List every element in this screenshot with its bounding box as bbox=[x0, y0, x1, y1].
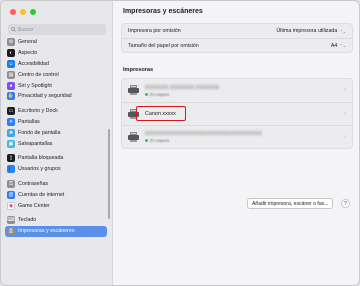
accessibility-icon: ☺ bbox=[7, 59, 15, 68]
sidebar-item-appearance[interactable]: ◐ Aspecto bbox=[5, 48, 107, 59]
sidebar-item-control-center[interactable]: ▤ Centro de control bbox=[5, 69, 107, 80]
sidebar-item-label: Fondo de pantalla bbox=[18, 129, 61, 136]
sidebar-item-siri[interactable]: ● Siri y Spotlight bbox=[5, 80, 107, 91]
sidebar-item-display[interactable]: ☀ Pantallas bbox=[5, 117, 107, 128]
sidebar-item-label: Cuentas de internet bbox=[18, 191, 65, 198]
printer-name: XXXXXX-XXXXXX-XXXXXX bbox=[145, 84, 220, 91]
chevron-right-icon: › bbox=[344, 134, 346, 140]
default-printer-row: Impresora por omisión Última impresora u… bbox=[122, 24, 352, 38]
sidebar-item-hand[interactable]: ✋ Privacidad y seguridad bbox=[5, 91, 107, 102]
sidebar-item-label: Escritorio y Dock bbox=[18, 108, 58, 115]
sidebar-item-screensaver[interactable]: ▣ Salvapantallas bbox=[5, 138, 107, 149]
up-down-chevron-icon: ⌃⌄ bbox=[339, 43, 346, 48]
control-center-icon: ▤ bbox=[7, 70, 15, 79]
default-paper-popup[interactable]: A4 ⌃⌄ bbox=[331, 43, 346, 49]
lock-screen-icon: ▯ bbox=[7, 154, 15, 163]
search-field[interactable] bbox=[8, 24, 106, 35]
sidebar-item-label: Privacidad y seguridad bbox=[18, 93, 72, 100]
sidebar-group: ⚙ General ◐ Aspecto ☺ Accesibilidad ▤ Centro de… bbox=[5, 37, 107, 102]
defaults-card: Impresora por omisión Última impresora u… bbox=[121, 23, 353, 53]
printers-card: XXXXXX-XXXXXX-XXXXXX En espera › Canon x… bbox=[121, 78, 353, 149]
keyboard-icon: ⌨ bbox=[7, 216, 15, 225]
zoom-button[interactable] bbox=[30, 9, 36, 15]
search-icon bbox=[11, 27, 16, 32]
sidebar-item-label: Pantalla bloqueada bbox=[18, 155, 64, 162]
sidebar-item-wallpaper[interactable]: ❀ Fondo de pantalla bbox=[5, 127, 107, 138]
system-settings-window: ⚙General◐Aspecto☺Accesibilidad▤Centro de… bbox=[0, 0, 360, 286]
main-pane: Impresoras y escáneres Impresora por omi… bbox=[113, 1, 359, 285]
default-paper-label: Tamaño del papel por omisión bbox=[128, 42, 199, 49]
users-icon: 👥 bbox=[7, 165, 15, 174]
printer-status: En espera bbox=[150, 91, 170, 97]
close-button[interactable] bbox=[10, 9, 16, 15]
sidebar-item-label: Contraseñas bbox=[18, 180, 49, 187]
default-printer-popup[interactable]: Última impresora utilizada ⌃⌄ bbox=[276, 28, 346, 34]
hand-icon: ✋ bbox=[7, 92, 15, 101]
sidebar-item-at[interactable]: @ Cuentas de internet bbox=[5, 189, 107, 200]
help-button[interactable]: ? bbox=[341, 199, 350, 208]
sidebar-item-label: Usuarios y grupos bbox=[18, 166, 61, 173]
sidebar-item-users[interactable]: 👥 Usuarios y grupos bbox=[5, 164, 107, 175]
sidebar-item-printer[interactable]: ⎙ Impresoras y escáneres bbox=[5, 225, 107, 237]
page-title: Impresoras y escáneres bbox=[123, 8, 203, 15]
sidebar-item-game-center[interactable]: ◉ Game Center bbox=[5, 200, 107, 211]
sidebar-item-label: Game Center bbox=[18, 202, 50, 209]
at-icon: @ bbox=[7, 190, 15, 199]
key-icon: ⚿ bbox=[7, 179, 15, 188]
sidebar-group: ⌨ Teclado ⎙ Impresoras y escáneres bbox=[5, 215, 107, 237]
printer-icon bbox=[128, 85, 139, 96]
printer-row[interactable]: Canon xxxxx › bbox=[122, 102, 352, 125]
sidebar-group: ▯ Pantalla bloqueada 👥 Usuarios y grupos bbox=[5, 153, 107, 175]
siri-icon: ● bbox=[7, 81, 15, 90]
sidebar-item-accessibility[interactable]: ☺ Accesibilidad bbox=[5, 59, 107, 70]
highlight-box bbox=[136, 106, 186, 121]
up-down-chevron-icon: ⌃⌄ bbox=[339, 28, 346, 34]
printers-section-title: Impresoras bbox=[123, 67, 154, 73]
minimize-button[interactable] bbox=[20, 9, 26, 15]
sidebar-item-label: Teclado bbox=[18, 217, 37, 224]
sidebar-item-gear[interactable]: ⚙ General bbox=[5, 37, 107, 48]
sidebar-item-lock-screen[interactable]: ▯ Pantalla bloqueada bbox=[5, 153, 107, 164]
chevron-right-icon: › bbox=[344, 111, 346, 117]
sidebar-scrollbar[interactable] bbox=[108, 129, 110, 219]
sidebar-item-label: General bbox=[18, 39, 37, 46]
printer-name: XXXXXXXXXXXXXXXXXXXXXXXXXXXXXX bbox=[145, 131, 262, 137]
sidebar-item-label: Aspecto bbox=[18, 50, 38, 57]
printer-icon: ⎙ bbox=[7, 227, 15, 236]
sidebar-item-label: Salvapantallas bbox=[18, 140, 53, 147]
sidebar-item-dock[interactable]: ▭ Escritorio y Dock bbox=[5, 106, 107, 117]
status-dot-icon bbox=[145, 92, 148, 96]
sidebar-item-key[interactable]: ⚿ Contraseñas bbox=[5, 179, 107, 190]
gear-icon: ⚙ bbox=[7, 38, 15, 47]
printer-status: En espera bbox=[150, 138, 170, 143]
appearance-icon: ◐ bbox=[7, 49, 15, 58]
dock-icon: ▭ bbox=[7, 107, 15, 116]
display-icon: ☀ bbox=[7, 117, 15, 126]
search-input[interactable] bbox=[18, 26, 103, 33]
sidebar-group: ▭ Escritorio y Dock ☀ Pantallas ❀ Fondo de pa… bbox=[5, 106, 107, 149]
printer-row[interactable]: XXXXXX-XXXXXX-XXXXXX En espera › bbox=[122, 79, 352, 102]
screensaver-icon: ▣ bbox=[7, 139, 15, 148]
window-controls bbox=[10, 9, 36, 15]
default-paper-row: Tamaño del papel por omisión A4 ⌃⌄ bbox=[122, 38, 352, 52]
chevron-right-icon: › bbox=[344, 87, 346, 93]
sidebar-item-label: Centro de control bbox=[18, 71, 59, 78]
printer-row[interactable]: XXXXXXXXXXXXXXXXXXXXXXXXXXXXXX En espera… bbox=[122, 125, 352, 148]
sidebar-item-label: Pantallas bbox=[18, 118, 40, 125]
sidebar-group: ⚿ Contraseñas @ Cuentas de internet ◉ Game Ce… bbox=[5, 179, 107, 211]
sidebar-item-label: Impresoras y escáneres bbox=[18, 228, 75, 235]
sidebar-item-label: Accesibilidad bbox=[18, 60, 49, 67]
default-printer-label: Impresora por omisión bbox=[128, 28, 181, 34]
game-center-icon: ◉ bbox=[7, 201, 15, 210]
default-printer-value: Última impresora utilizada bbox=[276, 28, 338, 34]
sidebar-item-keyboard[interactable]: ⌨ Teclado bbox=[5, 215, 107, 226]
status-dot-icon bbox=[145, 139, 148, 142]
sidebar-item-label: Siri y Spotlight bbox=[18, 82, 52, 89]
sidebar: ⚙General◐Aspecto☺Accesibilidad▤Centro de… bbox=[1, 1, 113, 285]
printer-icon bbox=[128, 131, 139, 143]
sidebar-list: ⚙ General ◐ Aspecto ☺ Accesibilidad ▤ Centro de… bbox=[5, 37, 107, 241]
default-paper-value: A4 bbox=[330, 42, 338, 49]
wallpaper-icon: ❀ bbox=[7, 128, 15, 137]
add-printer-button[interactable]: Añadir impresora, escáner o fax... bbox=[247, 198, 334, 209]
